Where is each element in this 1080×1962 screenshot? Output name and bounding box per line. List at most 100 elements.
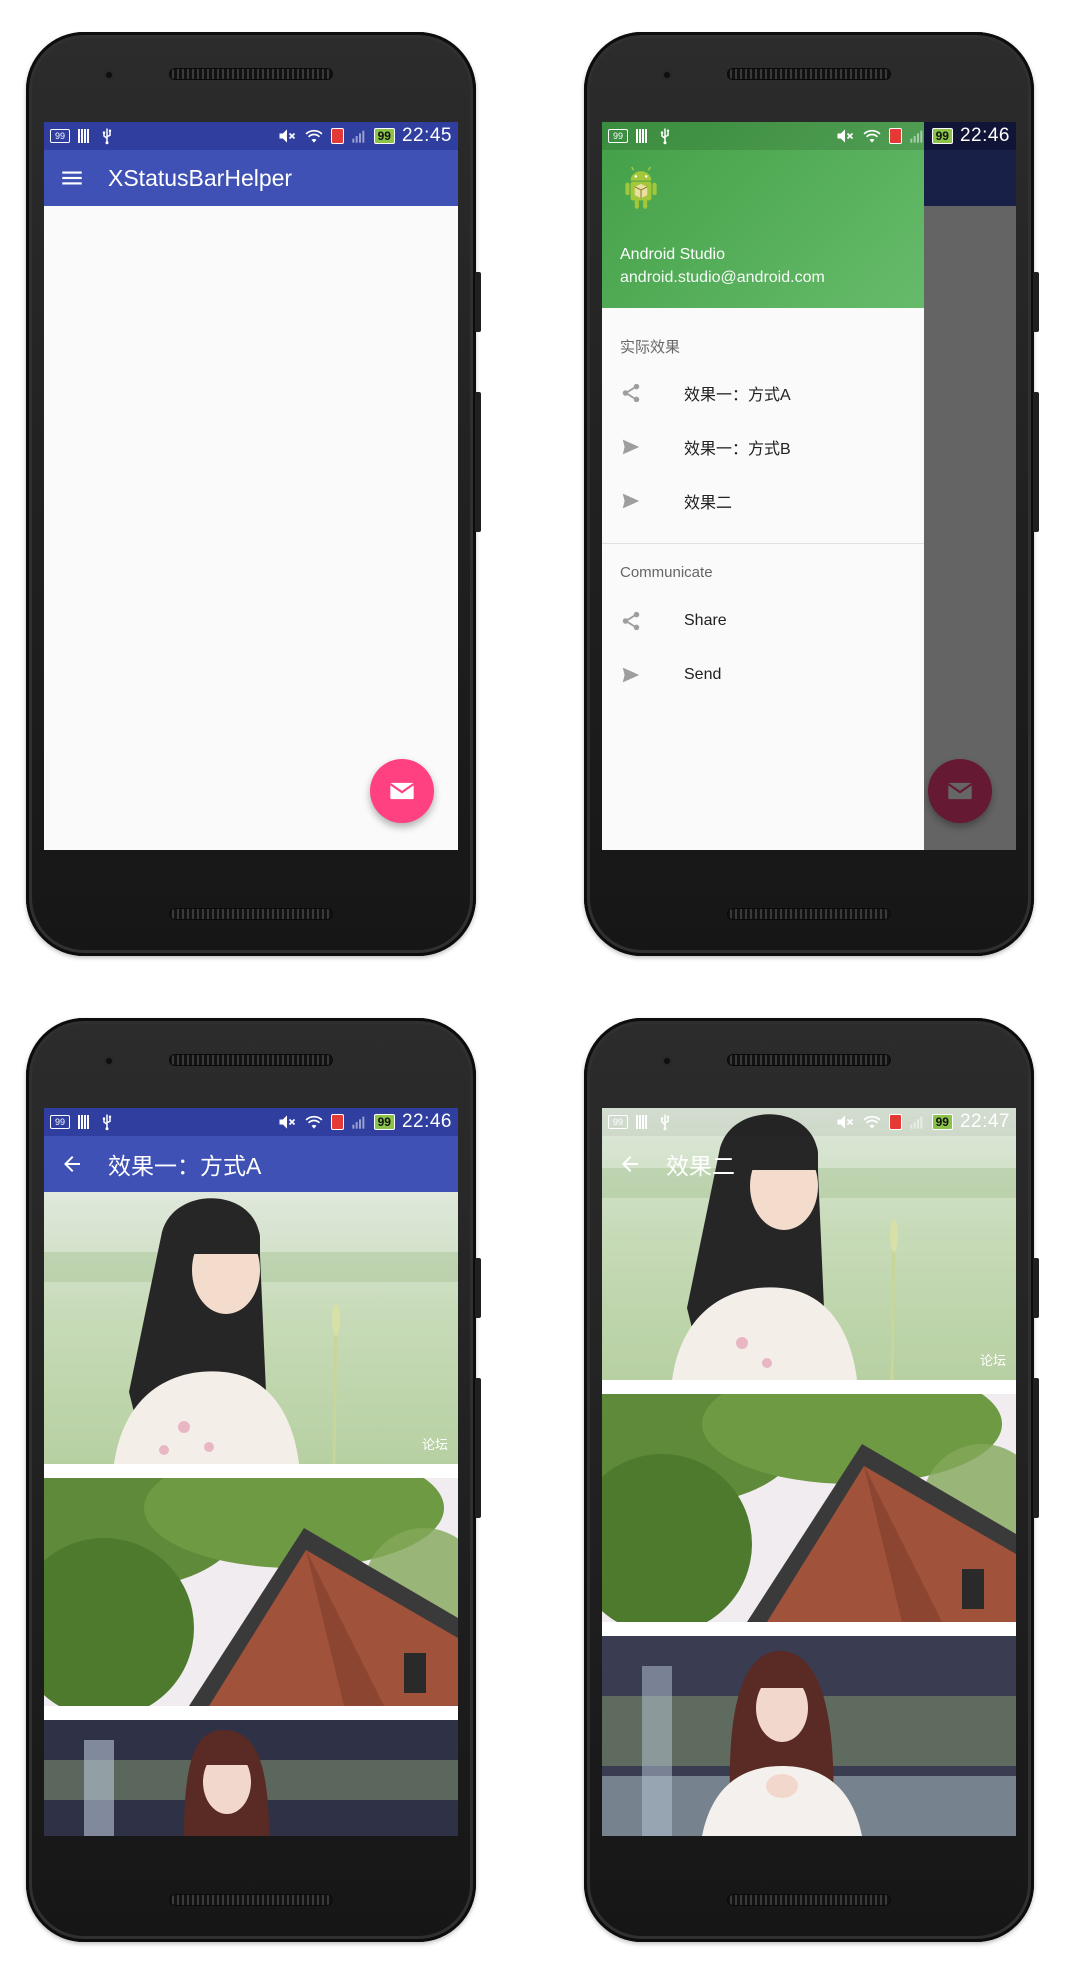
screen-drawer: 99 99 22:46 Android Studio android.studi… (602, 122, 1016, 850)
front-camera (104, 70, 114, 80)
bottom-speaker (169, 1894, 333, 1906)
volume-button (475, 392, 481, 532)
android-avatar-icon (616, 166, 666, 216)
drawer-item-effect-2[interactable]: 效果二 (602, 476, 924, 526)
bottom-speaker (169, 908, 333, 920)
phone-frame-1: 99 99 22:45 XStatusBarHelper (26, 32, 481, 956)
app-toolbar: XStatusBarHelper (44, 150, 458, 206)
bottom-speaker (727, 1894, 891, 1906)
power-button (1033, 272, 1039, 332)
top-speaker (727, 68, 891, 80)
wifi-icon (304, 1112, 324, 1132)
photo-watermark: 论坛 (422, 1437, 448, 1452)
menu-icon[interactable] (44, 150, 100, 206)
drawer-section-title: Communicate (620, 564, 713, 581)
top-speaker (169, 68, 333, 80)
usb-icon (98, 1113, 116, 1131)
photo-portrait-girl[interactable]: 论坛 (44, 1192, 458, 1464)
power-button (475, 1258, 481, 1318)
drawer-item-label: 效果一：方式A (684, 387, 791, 404)
sim-icon (330, 1114, 344, 1130)
phone-frame-3: 99 99 22:46 效果一：方式A 论坛 (26, 1018, 481, 1942)
drawer-item-label: Share (684, 612, 727, 629)
battery-icon: 99 (931, 128, 953, 144)
drawer-item-effect-1a[interactable]: 效果一：方式A (602, 368, 924, 418)
battery-icon: 99 (373, 128, 395, 144)
barcode-icon (636, 1115, 648, 1129)
drawer-user-name: Android Studio (620, 246, 725, 263)
send-icon (620, 664, 642, 686)
drawer-user-email: android.studio@android.com (620, 269, 825, 286)
drawer-item-send[interactable]: Send (602, 650, 924, 700)
mail-fab-button[interactable] (370, 759, 434, 823)
screen-main: 99 99 22:45 XStatusBarHelper (44, 122, 458, 850)
send-icon (620, 436, 642, 458)
usb-icon (656, 1113, 674, 1131)
mute-icon (277, 1112, 297, 1132)
drawer-item-share[interactable]: Share (602, 596, 924, 646)
front-camera (662, 70, 672, 80)
volume-button (475, 1378, 481, 1518)
status-bar: 99 99 22:46 (44, 1108, 458, 1136)
signal-icon (909, 128, 925, 144)
status-time: 22:46 (401, 1111, 452, 1132)
photo-watermark: 论坛 (980, 1353, 1006, 1368)
status-time: 22:47 (959, 1111, 1010, 1132)
wifi-icon (862, 1112, 882, 1132)
battery-icon: 99 (373, 1114, 395, 1130)
status-bar: 99 99 22:47 (602, 1108, 1016, 1136)
toolbar-title: 效果二 (666, 1153, 735, 1179)
bottom-speaker (727, 908, 891, 920)
power-button (1033, 1258, 1039, 1318)
photo-building[interactable] (44, 1478, 458, 1706)
mute-icon (277, 126, 297, 146)
signal-icon (909, 1114, 925, 1130)
top-speaker (169, 1054, 333, 1066)
front-camera (104, 1056, 114, 1066)
drawer-item-label: 效果一：方式B (684, 441, 791, 458)
send-icon (620, 490, 642, 512)
power-button (475, 272, 481, 332)
barcode-icon (78, 129, 90, 143)
share-icon (620, 610, 642, 632)
drawer-item-effect-1b[interactable]: 效果一：方式B (602, 422, 924, 472)
notification-badge-icon: 99 (50, 1115, 70, 1129)
battery-icon: 99 (931, 1114, 953, 1130)
arrow-back-icon[interactable] (602, 1136, 658, 1192)
photo-portrait-girl-2[interactable] (602, 1636, 1016, 1836)
mail-icon (388, 777, 416, 805)
photo-building[interactable] (602, 1394, 1016, 1622)
barcode-icon (78, 1115, 90, 1129)
toolbar-title: XStatusBarHelper (108, 164, 293, 191)
status-time: 22:45 (401, 125, 452, 146)
signal-icon (351, 1114, 367, 1130)
status-time: 22:46 (959, 125, 1010, 146)
arrow-back-icon[interactable] (44, 1136, 100, 1192)
navigation-drawer: Android Studio android.studio@android.co… (602, 122, 924, 850)
screen-effect-1a: 99 99 22:46 效果一：方式A 论坛 (44, 1108, 458, 1836)
front-camera (662, 1056, 672, 1066)
notification-badge-icon: 99 (608, 129, 628, 143)
phone-frame-4: 论坛 99 99 22:47 效果二 (584, 1018, 1039, 1942)
volume-button (1033, 392, 1039, 532)
volume-button (1033, 1378, 1039, 1518)
barcode-icon (636, 129, 648, 143)
signal-icon (351, 128, 367, 144)
share-icon (620, 382, 642, 404)
notification-badge-icon: 99 (50, 129, 70, 143)
photo-portrait-girl-2[interactable] (44, 1720, 458, 1836)
drawer-divider (602, 543, 924, 544)
notification-badge-icon: 99 (608, 1115, 628, 1129)
phone-frame-2: 99 99 22:46 Android Studio android.studi… (584, 32, 1039, 956)
drawer-item-label: 效果二 (684, 495, 733, 512)
app-toolbar: 效果一：方式A (44, 1136, 458, 1192)
screen-effect-2: 论坛 99 99 22:47 效果二 (602, 1108, 1016, 1836)
mute-icon (835, 1112, 855, 1132)
wifi-icon (862, 126, 882, 146)
drawer-section-title: 实际效果 (620, 339, 681, 356)
toolbar-title: 效果一：方式A (108, 1153, 262, 1179)
top-speaker (727, 1054, 891, 1066)
sim-icon (330, 128, 344, 144)
mute-icon (835, 126, 855, 146)
status-bar: 99 99 22:45 (44, 122, 458, 150)
